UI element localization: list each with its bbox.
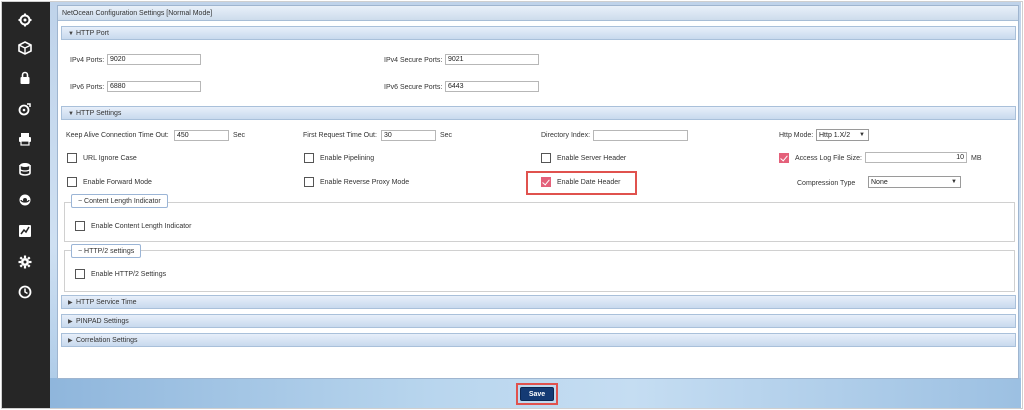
access-log-unit: MB: [971, 155, 982, 162]
dropdown-arrow-icon: ▼: [859, 132, 865, 138]
enable-reverse-proxy-label: Enable Reverse Proxy Mode: [320, 179, 410, 186]
ipv4-ports-label: IPv4 Ports:: [70, 57, 105, 64]
enable-server-header-checkbox[interactable]: [541, 153, 551, 163]
lock-icon[interactable]: [16, 69, 34, 87]
section-title: Correlation Settings: [76, 337, 138, 344]
gear-network-icon[interactable]: [16, 11, 34, 29]
enable-reverse-proxy-checkbox[interactable]: [304, 177, 314, 187]
settings-icon[interactable]: [16, 253, 34, 271]
enable-server-header-label: Enable Server Header: [557, 155, 627, 162]
section-header-correlation-settings[interactable]: ▶ Correlation Settings: [61, 333, 1016, 347]
chart-icon[interactable]: [16, 222, 34, 240]
caret-right-icon: ▶: [68, 338, 73, 344]
section-header-http-settings[interactable]: ▼ HTTP Settings: [61, 106, 1016, 120]
sidebar: [2, 2, 50, 408]
ipv6-secure-ports-input[interactable]: 6443: [445, 81, 539, 92]
section-header-http-port[interactable]: ▼ HTTP Port: [61, 26, 1016, 40]
http2-label: Enable HTTP/2 Settings: [91, 271, 167, 278]
section-title: PINPAD Settings: [76, 318, 129, 325]
globe-icon[interactable]: [16, 191, 34, 209]
enable-pipelining-label: Enable Pipelining: [320, 155, 375, 162]
http2-checkbox[interactable]: [75, 269, 85, 279]
content-length-group: [64, 202, 1015, 242]
cube-icon[interactable]: [16, 39, 34, 57]
section-title: HTTP Service Time: [76, 299, 137, 306]
caret-down-icon: ▼: [68, 31, 74, 37]
enable-forward-mode-checkbox[interactable]: [67, 177, 77, 187]
first-request-label: First Request Time Out:: [303, 132, 377, 139]
http-mode-select[interactable]: Http 1.X/2 ▼: [816, 129, 869, 141]
ipv6-ports-input[interactable]: 6880: [107, 81, 201, 92]
save-button[interactable]: Save: [520, 387, 554, 401]
dropdown-arrow-icon: ▼: [951, 179, 957, 185]
caret-down-icon: ▼: [68, 111, 74, 117]
ipv6-ports-label: IPv6 Ports:: [70, 84, 105, 91]
ipv4-ports-input[interactable]: 9020: [107, 54, 201, 65]
content-length-checkbox[interactable]: [75, 221, 85, 231]
enable-date-header-label: Enable Date Header: [557, 179, 621, 186]
section-header-pinpad-settings[interactable]: ▶ PINPAD Settings: [61, 314, 1016, 328]
section-title: HTTP Port: [76, 30, 109, 37]
first-request-input[interactable]: 30: [381, 130, 436, 141]
page-title: NetOcean Configuration Settings [Normal …: [58, 6, 1018, 21]
clock-icon[interactable]: [16, 283, 34, 301]
first-request-unit: Sec: [440, 132, 453, 139]
caret-right-icon: ▶: [68, 319, 73, 325]
compression-type-select[interactable]: None ▼: [868, 176, 961, 188]
compression-type-label: Compression Type: [797, 180, 856, 187]
keep-alive-unit: Sec: [233, 132, 246, 139]
database-icon[interactable]: [16, 160, 34, 178]
compression-type-value: None: [871, 179, 888, 186]
content-length-legend[interactable]: − Content Length Indicator: [71, 194, 168, 208]
gear-timer-icon[interactable]: [16, 100, 34, 118]
access-log-size-input[interactable]: 10: [865, 152, 967, 163]
http2-legend[interactable]: − HTTP/2 settings: [71, 244, 142, 258]
directory-index-label: Directory Index:: [541, 132, 591, 139]
access-log-checkbox[interactable]: [779, 153, 789, 163]
access-log-label: Access Log File Size:: [795, 155, 862, 162]
content-length-label: Enable Content Length Indicator: [91, 223, 192, 230]
ipv4-secure-ports-label: IPv4 Secure Ports:: [384, 57, 443, 64]
url-ignore-case-checkbox[interactable]: [67, 153, 77, 163]
directory-index-input[interactable]: [593, 130, 688, 141]
http-mode-label: Http Mode:: [779, 132, 814, 139]
section-title: HTTP Settings: [76, 110, 122, 117]
http2-group: [64, 250, 1015, 292]
caret-right-icon: ▶: [68, 300, 73, 306]
keep-alive-label: Keep Alive Connection Time Out:: [66, 132, 169, 139]
keep-alive-input[interactable]: 450: [174, 130, 229, 141]
enable-forward-mode-label: Enable Forward Mode: [83, 179, 152, 186]
ipv6-secure-ports-label: IPv6 Secure Ports:: [384, 84, 443, 91]
http-mode-value: Http 1.X/2: [819, 132, 851, 139]
url-ignore-case-label: URL Ignore Case: [83, 155, 137, 162]
printer-icon[interactable]: [16, 130, 34, 148]
ipv4-secure-ports-input[interactable]: 9021: [445, 54, 539, 65]
section-header-http-service-time[interactable]: ▶ HTTP Service Time: [61, 295, 1016, 309]
enable-date-header-checkbox[interactable]: [541, 177, 551, 187]
enable-pipelining-checkbox[interactable]: [304, 153, 314, 163]
